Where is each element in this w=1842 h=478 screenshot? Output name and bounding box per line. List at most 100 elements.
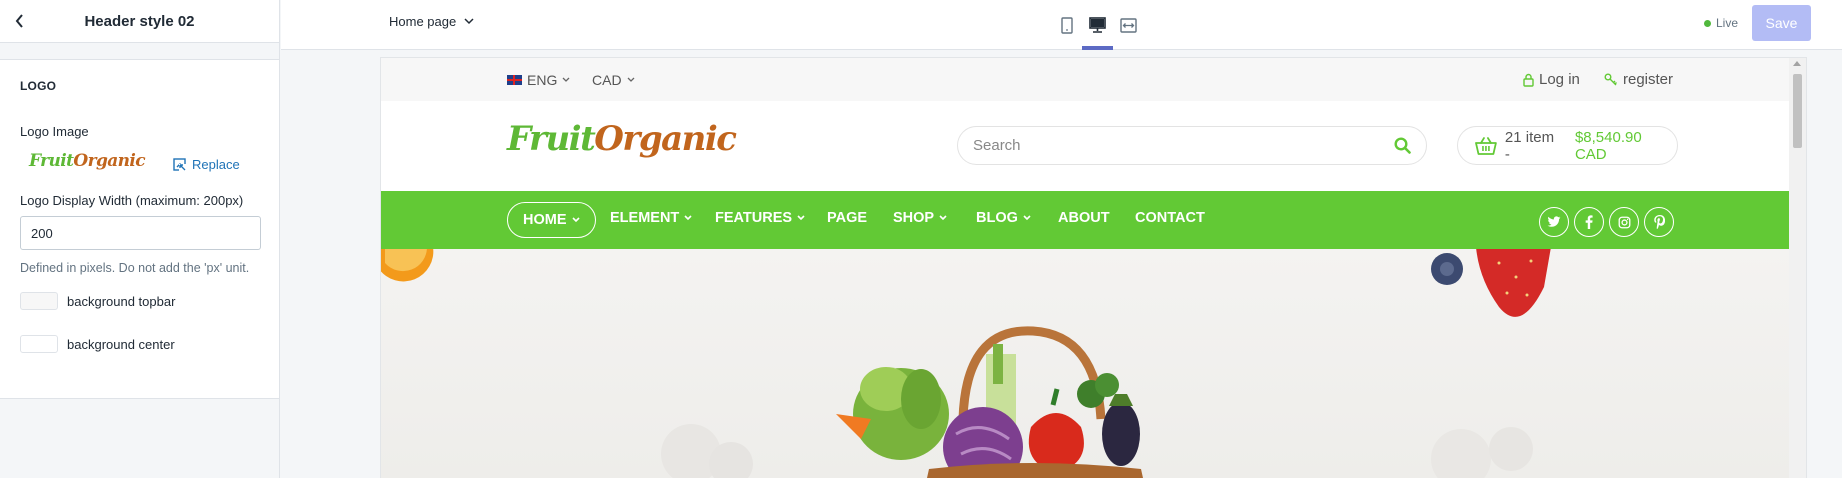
currency-label: CAD xyxy=(592,72,622,88)
section-title: LOGO xyxy=(20,79,57,93)
search-bar xyxy=(957,126,1427,165)
logo-thumb-fruit: Fruit xyxy=(29,151,74,171)
language-label: ENG xyxy=(527,72,558,88)
nav-label: CONTACT xyxy=(1135,210,1205,226)
replace-label: Replace xyxy=(192,156,240,172)
main-navigation: HOME ELEMENT FEATURES PAGE SHOP BLOG ABO… xyxy=(381,191,1789,249)
live-dot-icon xyxy=(1704,19,1711,27)
nav-item-element[interactable]: ELEMENT xyxy=(610,210,692,226)
currency-select[interactable]: CAD xyxy=(592,72,635,88)
scroll-up-arrow-icon[interactable] xyxy=(1793,61,1801,66)
fullwidth-icon xyxy=(1120,17,1137,33)
nav-item-about[interactable]: ABOUT xyxy=(1058,210,1110,226)
logo-settings-card: LOGO Logo Image FruitOrganic Replace Log… xyxy=(0,59,279,399)
preview-scrollbar[interactable] xyxy=(1789,58,1806,478)
nav-item-contact[interactable]: CONTACT xyxy=(1135,210,1205,226)
nav-label: PAGE xyxy=(827,210,868,226)
logo-thumb-organic: Organic xyxy=(73,151,146,171)
bg-topbar-label: background topbar xyxy=(67,293,176,309)
mobile-view-button[interactable] xyxy=(1051,0,1082,50)
logo-image-row: FruitOrganic Replace xyxy=(20,148,259,174)
hero-fruit-basket-image xyxy=(381,249,1551,478)
chevron-down-icon xyxy=(684,215,692,221)
sidebar-header: Header style 02 xyxy=(0,0,279,43)
bg-center-label: background center xyxy=(67,336,175,352)
logo-thumbnail[interactable]: FruitOrganic xyxy=(29,151,146,171)
instagram-link[interactable] xyxy=(1609,207,1639,237)
mobile-icon xyxy=(1060,16,1073,34)
chevron-down-icon xyxy=(627,77,635,82)
bg-topbar-swatch[interactable] xyxy=(20,292,58,310)
scrollbar-thumb[interactable] xyxy=(1793,74,1802,148)
cart-button[interactable]: 21 item - $8,540.90 CAD xyxy=(1457,126,1678,165)
nav-label: BLOG xyxy=(976,210,1018,226)
sidebar-title: Header style 02 xyxy=(84,12,195,30)
logo-image-label: Logo Image xyxy=(20,124,89,139)
store-preview-frame: ENG CAD Log in register FruitOrganic 21 … xyxy=(381,58,1806,478)
chevron-down-icon xyxy=(464,18,474,25)
chevron-down-icon xyxy=(571,217,580,223)
pinterest-link[interactable] xyxy=(1644,207,1674,237)
facebook-link[interactable] xyxy=(1574,207,1604,237)
chevron-down-icon xyxy=(562,77,570,82)
fullwidth-view-button[interactable] xyxy=(1113,0,1144,50)
register-label: register xyxy=(1623,71,1674,88)
nav-label: HOME xyxy=(523,212,567,228)
nav-item-shop[interactable]: SHOP xyxy=(893,210,947,226)
chevron-down-icon xyxy=(939,215,947,221)
logo-organic: Organic xyxy=(594,119,737,159)
logo-width-input[interactable] xyxy=(20,216,261,250)
save-button[interactable]: Save xyxy=(1752,5,1811,41)
replace-image-icon xyxy=(173,157,187,171)
chevron-left-icon xyxy=(15,14,23,28)
nav-label: SHOP xyxy=(893,210,935,226)
cart-count: 21 item - xyxy=(1504,128,1555,163)
cart-total: $8,540.90 CAD xyxy=(1574,128,1642,163)
chevron-down-icon xyxy=(797,215,805,221)
live-status: Live xyxy=(1704,16,1738,30)
login-link[interactable]: Log in xyxy=(1523,71,1580,88)
nav-item-blog[interactable]: BLOG xyxy=(976,210,1031,226)
nav-label: FEATURES xyxy=(715,210,793,226)
bg-center-setting[interactable]: background center xyxy=(20,334,259,354)
facebook-icon xyxy=(1585,215,1593,229)
logo-fruit: Fruit xyxy=(507,119,596,159)
store-logo[interactable]: FruitOrganic xyxy=(507,119,737,159)
nav-item-features[interactable]: FEATURES xyxy=(715,210,805,226)
bg-center-swatch[interactable] xyxy=(20,335,58,353)
logo-width-help: Defined in pixels. Do not add the 'px' u… xyxy=(20,261,250,275)
hero-banner xyxy=(381,249,1789,478)
chevron-down-icon xyxy=(1023,215,1031,221)
lock-icon xyxy=(1523,73,1534,87)
twitter-icon xyxy=(1547,216,1561,227)
key-icon xyxy=(1604,73,1617,86)
nav-label: ELEMENT xyxy=(610,210,680,226)
back-button[interactable] xyxy=(0,0,40,43)
bg-topbar-setting[interactable]: background topbar xyxy=(20,291,259,311)
nav-label: ABOUT xyxy=(1058,210,1110,226)
search-input[interactable] xyxy=(973,137,1394,154)
cart-basket-icon xyxy=(1475,136,1497,155)
store-topbar: ENG CAD Log in register xyxy=(381,58,1789,101)
login-label: Log in xyxy=(1539,71,1580,88)
store-header: FruitOrganic 21 item - $8,540.90 CAD xyxy=(381,101,1789,191)
logo-width-label: Logo Display Width (maximum: 200px) xyxy=(20,193,244,208)
search-icon[interactable] xyxy=(1394,137,1411,154)
desktop-view-button[interactable] xyxy=(1082,0,1113,50)
nav-item-home[interactable]: HOME xyxy=(507,202,596,238)
device-switcher xyxy=(1051,0,1144,50)
page-select-label: Home page xyxy=(389,14,457,29)
language-select[interactable]: ENG xyxy=(507,72,570,88)
settings-sidebar: Header style 02 LOGO Logo Image FruitOrg… xyxy=(0,0,280,478)
instagram-icon xyxy=(1618,216,1630,228)
live-label: Live xyxy=(1716,16,1739,30)
replace-button[interactable]: Replace xyxy=(173,157,240,172)
desktop-icon xyxy=(1089,17,1106,33)
twitter-link[interactable] xyxy=(1539,207,1569,237)
nav-item-page[interactable]: PAGE xyxy=(827,210,867,226)
editor-topbar: Home page Live Save xyxy=(281,0,1842,50)
page-select[interactable]: Home page xyxy=(389,14,474,29)
register-link[interactable]: register xyxy=(1604,71,1673,88)
pinterest-icon xyxy=(1653,215,1665,229)
uk-flag-icon xyxy=(507,75,522,85)
